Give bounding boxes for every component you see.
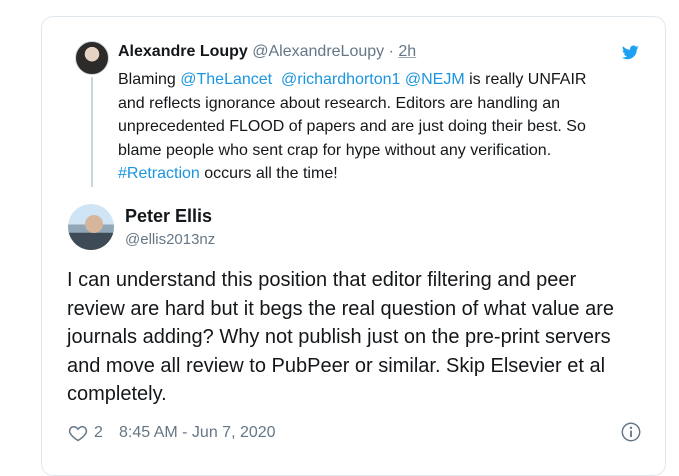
author-name[interactable]: Peter Ellis xyxy=(125,206,212,227)
quoted-text-line: #Retraction occurs all the time! xyxy=(118,165,338,182)
thread-line xyxy=(91,77,93,187)
quoted-text-line: unprecedented FLOOD of papers and are ju… xyxy=(118,118,586,135)
quoted-tweet-text: Blaming @TheLancet @richardhorton1 @NEJM… xyxy=(118,68,643,186)
twitter-bird-icon[interactable] xyxy=(620,44,641,61)
tweet-text-line: review are hard but it begs the real que… xyxy=(67,297,614,320)
tweet-text-line: completely. xyxy=(67,383,167,405)
quoted-author-avatar[interactable] xyxy=(75,41,109,75)
like-count[interactable]: 2 xyxy=(94,424,103,442)
quoted-text-line: Blaming @TheLancet @richardhorton1 @NEJM… xyxy=(118,71,587,88)
quoted-author-handle[interactable]: @AlexandreLoupy xyxy=(252,43,384,60)
mention-thelancet[interactable]: @TheLancet xyxy=(180,71,272,88)
tweet-text-line: I can understand this position that edit… xyxy=(67,269,577,291)
quoted-time[interactable]: 2h xyxy=(398,43,416,60)
quoted-text-line: blame people who sent crap for hype with… xyxy=(118,141,552,159)
quoted-tweet-header: Alexandre Loupy @AlexandreLoupy · 2h xyxy=(118,43,416,61)
mention-nejm[interactable]: @NEJM xyxy=(405,71,465,88)
tweet-text-line: journals adding? Why not publish just on… xyxy=(67,326,611,348)
quoted-author-name[interactable]: Alexandre Loupy xyxy=(118,43,248,60)
tweet-text-line: and move all review to PubPeer or simila… xyxy=(67,354,606,377)
mention-richardhorton1[interactable]: @richardhorton1 xyxy=(281,71,400,88)
info-icon[interactable] xyxy=(620,421,642,443)
tweet-footer: 2 8:45 AM - Jun 7, 2020 xyxy=(67,421,642,445)
tweet-text: I can understand this position that edit… xyxy=(67,266,647,409)
hashtag-retraction[interactable]: #Retraction xyxy=(118,165,200,182)
author-avatar[interactable] xyxy=(68,204,114,250)
tweet-timestamp[interactable]: 8:45 AM - Jun 7, 2020 xyxy=(119,424,276,442)
heart-icon[interactable] xyxy=(67,423,89,443)
quoted-text-line: and reflects ignorance about research. E… xyxy=(118,94,561,112)
avatar-face xyxy=(85,215,103,233)
author-handle[interactable]: @ellis2013nz xyxy=(125,231,215,248)
quoted-separator: · xyxy=(388,43,394,60)
